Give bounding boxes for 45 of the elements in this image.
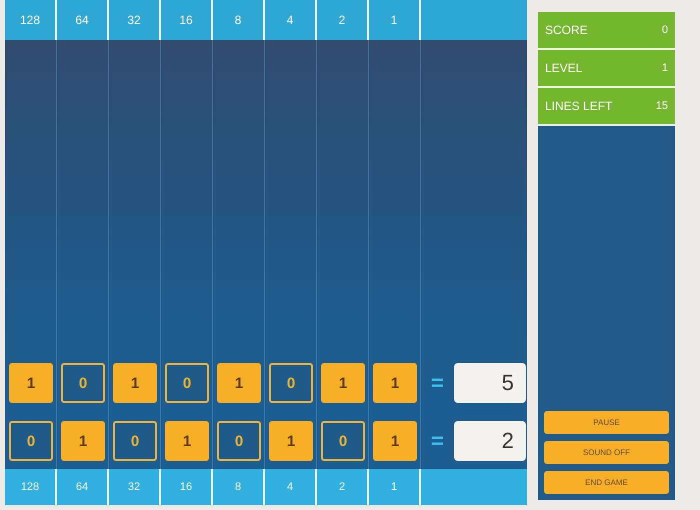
equals-sign: = [431,428,444,454]
stat-label: SCORE [545,23,588,37]
stat-value: 15 [656,100,668,112]
place-value-footer: 8 [213,469,265,505]
bit-tile[interactable]: 1 [217,363,261,403]
stat-label: LINES LEFT [545,99,612,113]
bit-tile[interactable]: 1 [61,421,105,461]
stat-value: 0 [662,24,668,36]
place-value-footer: 1 [369,469,421,505]
equals-sign: = [431,370,444,396]
place-value-header: 1 [369,0,421,40]
bit-tile[interactable]: 0 [61,363,105,403]
bit-tile[interactable]: 0 [269,363,313,403]
game-button[interactable]: SOUND OFF [544,441,669,464]
place-value-footer: 2 [317,469,369,505]
bit-tile[interactable]: 0 [165,363,209,403]
place-value-footer: 128 [5,469,57,505]
game-button[interactable]: PAUSE [544,411,669,434]
stat-label: LEVEL [545,61,582,75]
place-value-header: 128 [5,0,57,40]
bit-tile[interactable]: 1 [113,363,157,403]
place-value-header: 16 [161,0,213,40]
bit-tile[interactable]: 1 [373,363,417,403]
stat-value: 1 [662,62,668,74]
bit-tile[interactable]: 0 [321,421,365,461]
place-value-header: 64 [57,0,109,40]
place-value-header: 2 [317,0,369,40]
bit-tile[interactable]: 0 [9,421,53,461]
bit-tile[interactable]: 0 [217,421,261,461]
place-value-footer: 4 [265,469,317,505]
place-value-footer: 32 [109,469,161,505]
decimal-result: 5 [454,363,526,403]
place-value-footer: 64 [57,469,109,505]
bit-tile[interactable]: 1 [269,421,313,461]
bit-tile[interactable]: 0 [113,421,157,461]
game-button[interactable]: END GAME [544,471,669,494]
bit-tile[interactable]: 1 [373,421,417,461]
bit-tile[interactable]: 1 [165,421,209,461]
bit-tile[interactable]: 1 [9,363,53,403]
place-value-footer: 16 [161,469,213,505]
place-value-header: 8 [213,0,265,40]
bit-tile[interactable]: 1 [321,363,365,403]
decimal-result: 2 [454,421,526,461]
place-value-header: 4 [265,0,317,40]
place-value-header: 32 [109,0,161,40]
